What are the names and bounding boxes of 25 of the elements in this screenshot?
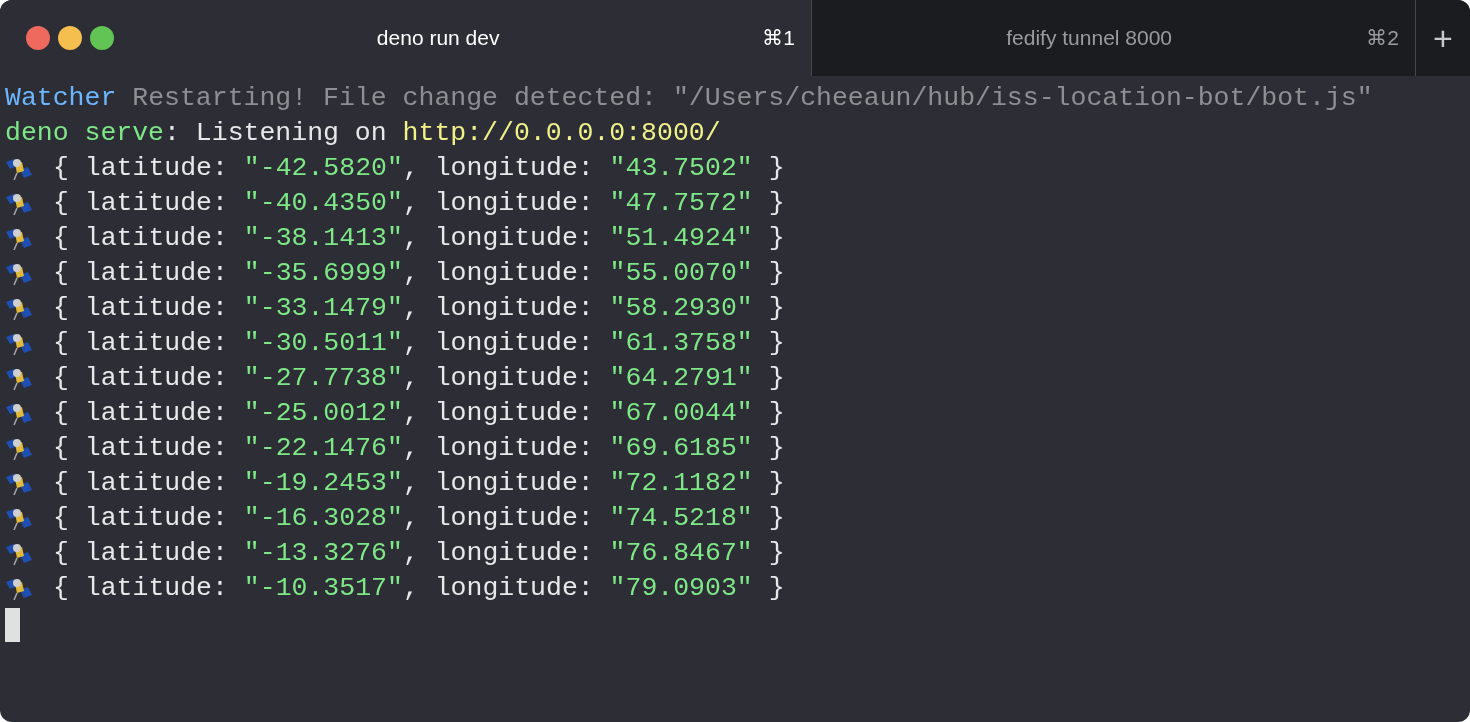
tab-shortcut: ⌘1 [762,25,796,52]
log-line: { latitude: "-38.1413", longitude: "51.4924" } [53,222,785,255]
tab-shortcut: ⌘2 [1366,25,1400,52]
cursor [5,608,20,642]
log-line: { latitude: "-16.3028", longitude: "74.5218" } [53,502,785,535]
log-line: { latitude: "-10.3517", longitude: "79.0903" } [53,572,785,605]
log-line: { latitude: "-33.1479", longitude: "58.2930" } [53,292,785,325]
log-line: { latitude: "-42.5820", longitude: "43.7502" } [53,152,785,185]
log-line: { latitude: "-35.6999", longitude: "55.0070" } [53,257,785,290]
new-tab-button[interactable]: + [1415,0,1470,76]
tab[interactable]: fedify tunnel 8000 ⌘2 [811,0,1415,76]
log-line: { latitude: "-27.7738", longitude: "64.2791" } [53,362,785,395]
log-line: deno serve: Listening on http://0.0.0.0:8000/ [5,117,721,150]
log-line: { latitude: "-19.2453", longitude: "72.1182" } [53,467,785,500]
log-line: { latitude: "-30.5011", longitude: "61.3758" } [53,327,785,360]
log-line: { latitude: "-22.1476", longitude: "69.6185" } [53,432,785,465]
minimize-button[interactable] [58,26,82,50]
log-line: { latitude: "-13.3276", longitude: "76.8467" } [53,537,785,570]
log-line: { latitude: "-40.4350", longitude: "47.7572" } [53,187,785,220]
log-line: Watcher Restarting! File change detected: "/Users/cheeaun/hub/iss-location-bot/bot.js" [5,82,1373,115]
tab-title: fedify tunnel 8000 [1006,25,1173,52]
log-line: { latitude: "-25.0012", longitude: "67.0044" } [53,397,785,430]
close-button[interactable] [26,26,50,50]
tab-title: deno run dev [376,25,500,52]
zoom-button[interactable] [90,26,114,50]
